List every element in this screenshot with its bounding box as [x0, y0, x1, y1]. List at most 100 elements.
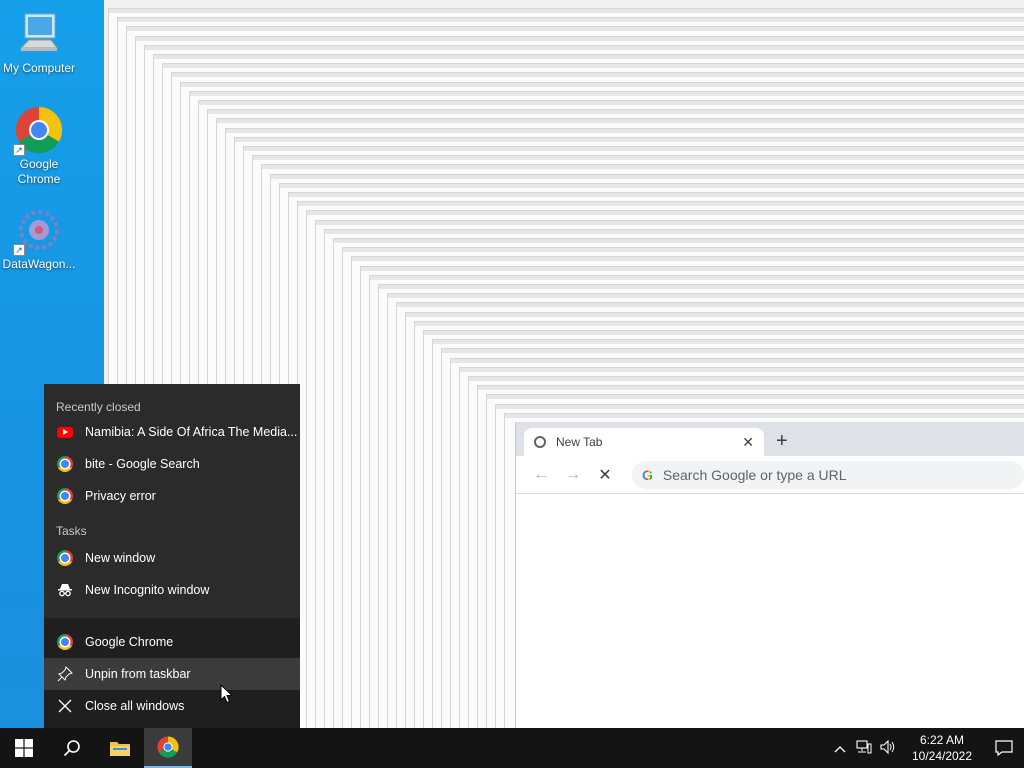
- ghost-window-titlebar: [379, 285, 1024, 289]
- ghost-window-titlebar: [451, 358, 1024, 363]
- ghost-window-titlebar: [388, 294, 1024, 299]
- desktop-icon-google-chrome[interactable]: ↗ Google Chrome: [0, 106, 78, 187]
- omnibox-placeholder: Search Google or type a URL: [662, 466, 847, 483]
- clock-time: 6:22 AM: [919, 733, 965, 747]
- file-explorer-button[interactable]: [96, 728, 144, 768]
- chrome-favicon-icon: [534, 436, 546, 448]
- desktop-icon-label: My Computer: [2, 61, 76, 75]
- chrome-icon: [157, 736, 179, 758]
- recently-closed-item[interactable]: bite - Google Search: [44, 448, 300, 480]
- chrome-jump-list: Recently closed Namibia: A Side Of Afric…: [44, 384, 300, 728]
- ghost-window-titlebar: [487, 395, 1024, 400]
- ghost-window-titlebar: [496, 404, 1024, 409]
- new-tab-button[interactable]: +: [776, 430, 788, 453]
- ghost-window-titlebar: [109, 9, 1024, 13]
- chrome-icon: ↗: [13, 106, 63, 156]
- close-all-windows[interactable]: Close all windows: [44, 690, 300, 722]
- ghost-window-titlebar: [316, 220, 1024, 225]
- clock[interactable]: 6:22 AM 10/24/2022: [906, 732, 978, 764]
- item-label: Close all windows: [85, 699, 185, 713]
- item-label: Namibia: A Side Of Africa The Media...: [85, 425, 298, 439]
- volume-icon[interactable]: [876, 739, 900, 757]
- jump-list-actions: Google Chrome Unpin from taskbar Close a…: [44, 618, 300, 728]
- ghost-window-titlebar: [253, 156, 1024, 161]
- browser-toolbar: ← → ✕ G Search Google or type a URL: [516, 456, 1024, 494]
- ghost-window-titlebar: [262, 165, 1024, 170]
- ghost-window-titlebar: [424, 331, 1024, 335]
- start-button[interactable]: [0, 728, 48, 768]
- ghost-window-titlebar: [181, 82, 1024, 87]
- desktop-icon-my-computer[interactable]: My Computer: [0, 10, 78, 76]
- ghost-window-titlebar: [235, 137, 1024, 142]
- ghost-window-titlebar: [163, 64, 1024, 69]
- unpin-from-taskbar[interactable]: Unpin from taskbar: [44, 658, 300, 690]
- search-button[interactable]: [48, 728, 96, 768]
- chrome-taskbar-button[interactable]: [144, 728, 192, 768]
- ghost-window-titlebar: [406, 312, 1024, 317]
- close-tab-icon[interactable]: ✕: [742, 434, 754, 451]
- task-new-window[interactable]: New window: [44, 542, 300, 574]
- ghost-window-titlebar: [127, 27, 1024, 32]
- shortcut-arrow-icon: ↗: [13, 244, 25, 256]
- datawagon-icon: ↗: [13, 206, 63, 256]
- taskbar: 6:22 AM 10/24/2022: [0, 728, 1024, 768]
- mouse-cursor-icon: [220, 683, 234, 709]
- ghost-window-titlebar: [280, 183, 1024, 188]
- desktop-icon-datawagon[interactable]: ↗ DataWagon...: [0, 206, 78, 272]
- back-arrow-icon[interactable]: ←: [530, 466, 552, 484]
- ghost-window-titlebar: [154, 55, 1024, 59]
- ghost-window-titlebar: [226, 128, 1024, 133]
- system-tray: 6:22 AM 10/24/2022: [828, 728, 1024, 768]
- ghost-window-titlebar: [136, 36, 1024, 41]
- ghost-window-titlebar: [361, 266, 1024, 271]
- desktop-icon-label: DataWagon...: [2, 257, 76, 271]
- chrome-icon: [57, 634, 73, 650]
- open-google-chrome[interactable]: Google Chrome: [44, 626, 300, 658]
- ghost-window-titlebar: [370, 275, 1024, 280]
- recently-closed-item[interactable]: Privacy error: [44, 480, 300, 512]
- task-new-incognito-window[interactable]: New Incognito window: [44, 574, 300, 606]
- ghost-window-titlebar: [343, 248, 1024, 253]
- ghost-window-titlebar: [145, 45, 1024, 50]
- ghost-window-titlebar: [478, 386, 1024, 391]
- folder-icon: [110, 742, 130, 756]
- network-icon[interactable]: [852, 739, 876, 757]
- omnibox[interactable]: G Search Google or type a URL: [632, 460, 1024, 489]
- item-label: Privacy error: [85, 489, 156, 503]
- recently-closed-item[interactable]: Namibia: A Side Of Africa The Media...: [44, 416, 300, 448]
- item-label: New window: [85, 551, 156, 565]
- show-hidden-icons-chevron-icon[interactable]: [828, 741, 852, 756]
- youtube-icon: [57, 426, 73, 438]
- unpin-icon: [56, 665, 74, 683]
- desktop-icon-label: Google Chrome: [17, 157, 61, 186]
- item-label: New Incognito window: [85, 583, 210, 597]
- ghost-window-titlebar: [199, 101, 1024, 105]
- item-label: bite - Google Search: [85, 457, 200, 471]
- ghost-window-titlebar: [289, 193, 1024, 197]
- ghost-window-titlebar: [469, 377, 1024, 381]
- ghost-window-titlebar: [334, 239, 1024, 243]
- chrome-window[interactable]: New Tab ✕ + ← → ✕ G Search Google or typ…: [515, 422, 1024, 728]
- ghost-window-titlebar: [460, 367, 1024, 372]
- ghost-window-titlebar: [208, 110, 1024, 115]
- forward-arrow-icon[interactable]: →: [562, 466, 584, 484]
- ghost-window-titlebar: [172, 73, 1024, 78]
- ghost-window-titlebar: [433, 340, 1024, 345]
- tab-new-tab[interactable]: New Tab ✕: [524, 428, 764, 456]
- stop-loading-icon[interactable]: ✕: [594, 465, 616, 485]
- tab-title: New Tab: [556, 435, 603, 449]
- chrome-icon: [57, 550, 73, 566]
- incognito-icon: [56, 581, 74, 599]
- item-label: Unpin from taskbar: [85, 667, 191, 681]
- recently-closed-heading: Recently closed: [56, 400, 141, 414]
- ghost-window-titlebar: [442, 349, 1024, 354]
- notification-icon: [995, 740, 1013, 756]
- ghost-window-titlebar: [397, 303, 1024, 308]
- ghost-window-titlebar: [190, 91, 1024, 96]
- item-label: Google Chrome: [85, 635, 174, 649]
- ghost-window-titlebar: [352, 257, 1024, 262]
- action-center-button[interactable]: [984, 728, 1024, 768]
- google-g-icon: G: [642, 466, 653, 483]
- ghost-window-titlebar: [415, 321, 1024, 326]
- close-icon: [56, 697, 74, 715]
